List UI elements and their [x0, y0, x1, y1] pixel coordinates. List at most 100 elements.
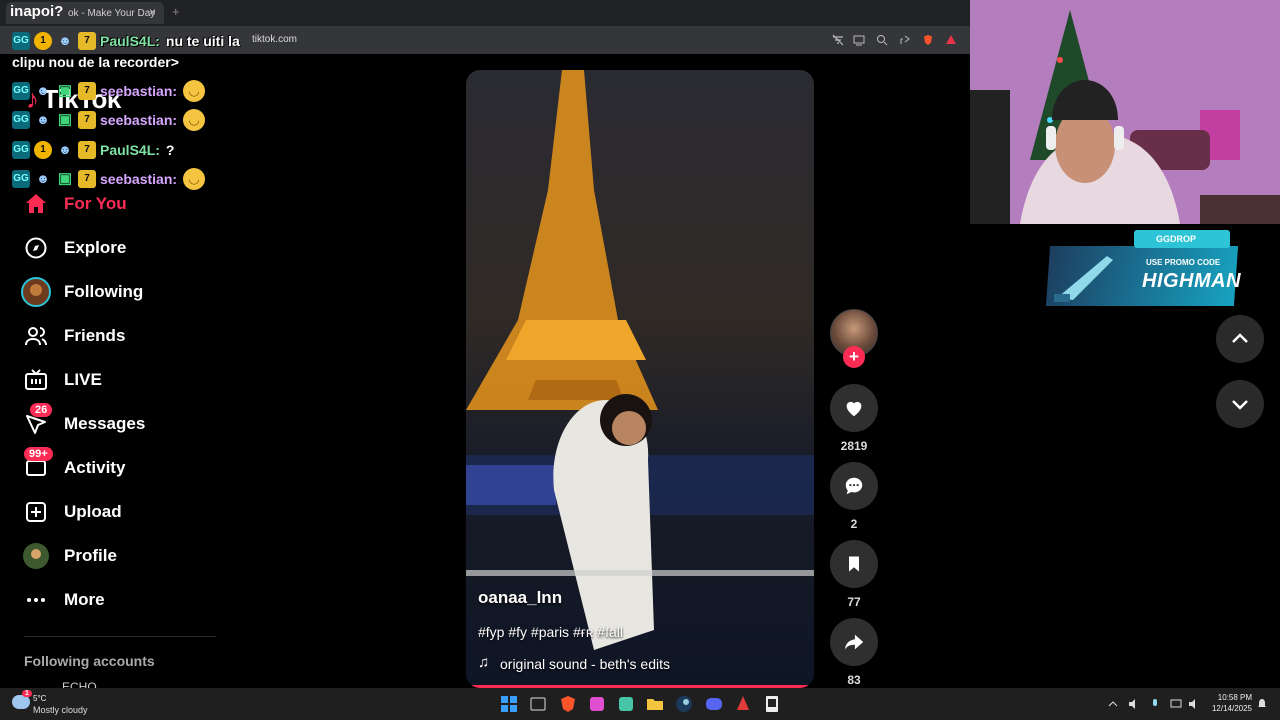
chat-username[interactable]: seebastian: [100, 112, 177, 128]
promo-brand: GGDROP [1134, 230, 1230, 248]
app-icon[interactable] [733, 694, 753, 714]
nav-label: LIVE [64, 370, 102, 389]
tier-badge-icon: 1 [34, 141, 52, 159]
chat-username[interactable]: PaulS4L: [100, 33, 160, 49]
video-caption[interactable]: #fyp #fy #paris #ғʀ #fall [478, 624, 623, 640]
task-view-icon[interactable] [528, 694, 548, 714]
url-field[interactable]: tiktok.com [232, 30, 832, 50]
weather-desc[interactable]: Mostly cloudy [33, 705, 88, 715]
chat-username[interactable]: seebastian: [100, 83, 177, 99]
chevron-down-icon [1232, 400, 1248, 410]
share-icon[interactable] [899, 34, 911, 46]
promo-line: USE PROMO CODE [1146, 258, 1221, 267]
notification-bell-icon[interactable] [1256, 698, 1268, 710]
previous-video-button[interactable] [1216, 315, 1264, 363]
chat-username[interactable]: PaulS4L: [100, 142, 160, 158]
speaker-icon[interactable] [1128, 698, 1140, 710]
comment-button[interactable] [830, 462, 878, 510]
more-dots-icon [20, 584, 52, 616]
gg-badge-icon: GG [12, 141, 30, 159]
webcam-image [970, 0, 1280, 224]
chat-username[interactable]: seebastian: [100, 171, 177, 187]
nav-live[interactable]: LIVE [20, 362, 220, 398]
following-account-item[interactable]: ECHO [62, 680, 97, 688]
nav-upload[interactable]: Upload [20, 494, 220, 530]
microphone-icon[interactable] [1149, 698, 1161, 710]
nav-explore[interactable]: Explore [20, 230, 220, 266]
app-icon[interactable] [616, 694, 636, 714]
clock-date[interactable]: 12/14/2025 [1208, 704, 1252, 713]
cast-icon[interactable] [853, 34, 865, 46]
new-tab-button[interactable]: + [172, 4, 180, 19]
chevron-up-icon [1232, 333, 1248, 343]
chat-text-continued: clipu nou de la recorder> [12, 54, 179, 70]
music-note-icon: ♫ [478, 654, 490, 671]
knife-icon [1054, 256, 1113, 302]
brave-rewards-icon[interactable] [945, 34, 957, 46]
nav-profile[interactable]: Profile [20, 538, 220, 574]
clock-time[interactable]: 10:58 PM [1208, 693, 1252, 702]
taskbar: 1 5°C Mostly cloudy 10:58 PM 12/14/2025 [0, 688, 1280, 720]
weather-temp[interactable]: 5°C [33, 694, 46, 703]
chat-message: GG ☻ ▣ 7 seebastian: ◡ [12, 80, 206, 102]
follow-plus-icon[interactable]: + [843, 346, 865, 368]
compass-icon [20, 232, 52, 264]
heart-icon [846, 401, 862, 417]
epic-games-icon[interactable] [762, 694, 782, 714]
nav-label: Messages [64, 414, 146, 433]
tier-badge-icon: 1 [34, 32, 52, 50]
like-button[interactable] [830, 384, 878, 432]
nav-friends[interactable]: Friends [20, 318, 220, 354]
gg-badge-icon: GG [12, 111, 30, 129]
nav-label: Upload [64, 502, 122, 521]
promo-code: HIGHMAN [1142, 270, 1242, 292]
volume-icon[interactable] [1188, 698, 1200, 710]
like-count: 2819 [840, 439, 868, 453]
nav-following[interactable]: Following [20, 274, 220, 310]
seven-tv-badge-icon: 7 [78, 32, 96, 50]
nav-messages[interactable]: Messages 26 [20, 403, 220, 442]
gift-badge-icon: ▣ [57, 170, 73, 187]
chat-message: GG 1 ☻ 7 PaulS4L: nu te uiti la [12, 30, 240, 52]
nav-more[interactable]: More [20, 582, 220, 618]
steam-icon[interactable] [674, 694, 694, 714]
nav-label: Friends [64, 326, 126, 345]
no-tracking-icon[interactable] [832, 34, 844, 46]
seven-tv-badge-icon: 7 [78, 170, 96, 188]
promo-banner: GGDROP USE PROMO CODE HIGHMAN [1044, 230, 1241, 308]
tab-close-icon[interactable]: × [149, 5, 156, 19]
network-icon[interactable] [1170, 698, 1182, 710]
nav-label: Explore [64, 238, 127, 257]
profile-avatar-icon [20, 540, 52, 572]
gg-badge-icon: GG [12, 170, 30, 188]
friends-icon [20, 320, 52, 352]
discord-icon[interactable] [704, 694, 724, 714]
cloud-icon[interactable] [12, 695, 30, 709]
url-text: tiktok.com [252, 34, 298, 45]
activity-badge: 99+ [24, 447, 53, 461]
video-author[interactable]: oanaa_lnn [478, 588, 562, 608]
nav-for-you[interactable]: For You [20, 186, 220, 222]
nav-activity[interactable]: Activity 99+ [20, 447, 220, 486]
chevron-up-icon[interactable] [1107, 698, 1119, 710]
video-sound[interactable]: original sound - beth's edits [500, 656, 670, 672]
save-button[interactable] [830, 540, 878, 588]
start-icon[interactable] [499, 694, 519, 714]
next-video-button[interactable] [1216, 380, 1264, 428]
seven-tv-badge-icon: 7 [78, 141, 96, 159]
share-button[interactable] [830, 618, 878, 666]
laughing-emoji-icon: ◡ [183, 109, 206, 131]
nav-label: For You [64, 194, 127, 213]
chat-text: nu te uiti la [165, 33, 240, 49]
app-icon[interactable] [587, 694, 607, 714]
zoom-icon[interactable] [876, 34, 888, 46]
comment-icon [845, 477, 863, 495]
share-arrow-icon [844, 634, 864, 650]
video-player[interactable]: oanaa_lnn #fyp #fy #paris #ғʀ #fall ♫ or… [466, 70, 814, 688]
brave-browser-icon[interactable] [558, 694, 578, 714]
upload-icon [20, 496, 52, 528]
file-explorer-icon[interactable] [645, 694, 665, 714]
weather-alert-badge: 1 [22, 690, 32, 697]
brave-shield-icon[interactable] [922, 34, 934, 46]
webcam-overlay [970, 0, 1280, 224]
